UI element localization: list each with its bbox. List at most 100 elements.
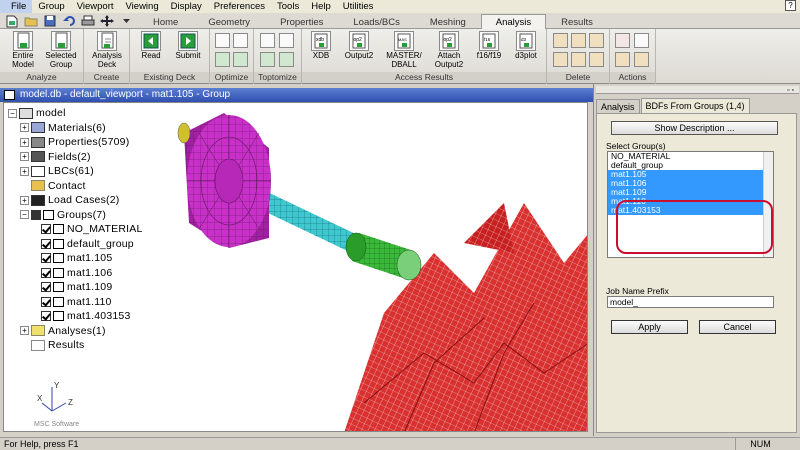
tab-analysis[interactable]: Analysis bbox=[480, 14, 547, 29]
d3plot-button[interactable]: d3 d3plot bbox=[510, 31, 542, 61]
dropdown-arrow-icon[interactable] bbox=[118, 14, 134, 28]
job-name-prefix-input[interactable]: model_ bbox=[607, 296, 774, 308]
delete-attach-icon[interactable] bbox=[553, 52, 568, 67]
ribbon-tab-row: Home Geometry Properties Loads/BCs Meshi… bbox=[0, 13, 800, 29]
print-icon[interactable] bbox=[80, 14, 96, 28]
tree-node-group[interactable]: mat1.109 bbox=[41, 280, 112, 294]
save-icon[interactable] bbox=[42, 14, 58, 28]
action-list-icon[interactable] bbox=[634, 52, 649, 67]
show-description-button[interactable]: Show Description ... bbox=[611, 121, 778, 135]
tree-node-group[interactable]: default_group bbox=[41, 237, 134, 251]
tree-node-group[interactable]: mat1.110 bbox=[41, 295, 112, 309]
viewport-title-bar[interactable]: model.db - default_viewport - mat1.105 -… bbox=[0, 88, 593, 102]
tree-node-fields[interactable]: + Fields(2) bbox=[20, 150, 91, 164]
tree-node-group[interactable]: mat1.105 bbox=[41, 251, 112, 265]
collapse-icon[interactable]: − bbox=[8, 108, 17, 118]
menu-preferences[interactable]: Preferences bbox=[208, 0, 271, 13]
panel-tab-bdfs-from-groups[interactable]: BDFs From Groups (1,4) bbox=[640, 98, 750, 113]
apply-button[interactable]: Apply bbox=[611, 320, 688, 334]
tree-node-contact[interactable]: Contact bbox=[31, 179, 86, 193]
delete-job-icon[interactable] bbox=[553, 33, 568, 48]
tree-node-lbcs[interactable]: + LBCs(61) bbox=[20, 164, 94, 178]
menu-tools[interactable]: Tools bbox=[271, 0, 305, 13]
submit-button[interactable]: Submit bbox=[172, 31, 204, 61]
group-checkbox[interactable] bbox=[41, 267, 51, 278]
optimize-submit-icon[interactable] bbox=[215, 52, 230, 67]
tree-node-properties[interactable]: + Properties(5709) bbox=[20, 135, 129, 149]
delete-results-icon[interactable] bbox=[571, 33, 586, 48]
menu-group[interactable]: Group bbox=[32, 0, 70, 13]
tree-label: mat1.109 bbox=[67, 281, 113, 293]
toptomize-deck-icon[interactable] bbox=[260, 33, 275, 48]
groups-checkbox[interactable] bbox=[31, 209, 41, 220]
tab-results[interactable]: Results bbox=[546, 14, 608, 29]
menu-display[interactable]: Display bbox=[165, 0, 208, 13]
menu-file[interactable]: File bbox=[0, 0, 33, 13]
tree-node-group[interactable]: mat1.403153 bbox=[41, 309, 131, 323]
group-checkbox[interactable] bbox=[41, 296, 51, 307]
transform-icon[interactable] bbox=[99, 14, 115, 28]
optimize-results-icon[interactable] bbox=[233, 52, 248, 67]
toptomize-submit-icon[interactable] bbox=[260, 52, 275, 67]
group-checkbox[interactable] bbox=[41, 253, 51, 263]
master-dball-button[interactable]: MAS MASTER/ DBALL bbox=[384, 31, 424, 69]
new-file-icon[interactable] bbox=[4, 14, 20, 28]
ribbon-group-label: Optimize bbox=[210, 72, 253, 83]
analysis-deck-button[interactable]: Analysis Deck bbox=[90, 31, 124, 69]
groups-listbox[interactable]: NO_MATERIAL default_group mat1.105 mat1.… bbox=[607, 151, 774, 258]
tree-node-group[interactable]: NO_MATERIAL bbox=[41, 222, 143, 236]
tab-home[interactable]: Home bbox=[138, 14, 193, 29]
expand-icon[interactable]: + bbox=[20, 123, 29, 132]
output2-button[interactable]: op2 Output2 bbox=[340, 31, 378, 61]
expand-icon[interactable]: + bbox=[20, 137, 29, 147]
tree-node-model[interactable]: − model bbox=[8, 106, 66, 120]
undo-icon[interactable] bbox=[61, 14, 77, 28]
hub-cap bbox=[177, 122, 191, 144]
expand-icon[interactable]: + bbox=[20, 152, 29, 161]
toptomize-read-icon[interactable] bbox=[279, 33, 294, 48]
group-checkbox[interactable] bbox=[41, 311, 51, 321]
tree-node-groups[interactable]: − Groups(7) bbox=[20, 208, 106, 222]
panel-tab-analysis[interactable]: Analysis bbox=[596, 99, 640, 113]
expand-icon[interactable]: + bbox=[20, 326, 29, 335]
delete-deck-icon[interactable] bbox=[571, 52, 586, 67]
attach-output2-button[interactable]: op2 Attach Output2 bbox=[430, 31, 468, 69]
optimize-read-icon[interactable] bbox=[233, 33, 248, 48]
delete-all-icon[interactable] bbox=[589, 52, 604, 67]
read-button[interactable]: Read bbox=[136, 31, 166, 61]
tree-node-load-cases[interactable]: + Load Cases(2) bbox=[20, 193, 119, 207]
menu-viewing[interactable]: Viewing bbox=[120, 0, 165, 13]
tree-node-materials[interactable]: + Materials(6) bbox=[20, 121, 106, 135]
menu-utilities[interactable]: Utilities bbox=[337, 0, 380, 13]
group-checkbox[interactable] bbox=[41, 238, 51, 249]
tab-geometry[interactable]: Geometry bbox=[193, 14, 265, 29]
toptomize-results-icon[interactable] bbox=[279, 52, 294, 67]
cancel-button[interactable]: Cancel bbox=[699, 320, 776, 334]
action-chart-icon[interactable] bbox=[615, 33, 630, 48]
expand-icon[interactable]: + bbox=[20, 166, 29, 176]
tree-node-group[interactable]: mat1.106 bbox=[41, 266, 112, 280]
delete-files-icon[interactable] bbox=[589, 33, 604, 48]
tab-loads-bcs[interactable]: Loads/BCs bbox=[338, 14, 414, 29]
help-icon[interactable]: ? bbox=[785, 0, 796, 11]
open-folder-icon[interactable] bbox=[23, 14, 39, 28]
action-view-icon[interactable] bbox=[615, 52, 630, 67]
action-edit-icon[interactable] bbox=[634, 33, 649, 48]
group-checkbox[interactable] bbox=[41, 282, 51, 292]
collapse-icon[interactable]: − bbox=[20, 210, 29, 219]
group-checkbox[interactable] bbox=[41, 224, 51, 234]
selected-group-button[interactable]: Selected Group bbox=[44, 31, 78, 69]
graphics-viewport[interactable]: − model + Materials(6) + Properties(5709) +… bbox=[3, 102, 588, 432]
entire-model-button[interactable]: Entire Model bbox=[6, 31, 40, 69]
panel-controls-icon[interactable]: ▫▫ bbox=[787, 87, 796, 94]
expand-icon[interactable]: + bbox=[20, 195, 29, 205]
tree-node-analyses[interactable]: + Analyses(1) bbox=[20, 324, 106, 338]
tree-node-results[interactable]: Results bbox=[31, 338, 84, 352]
menu-viewport[interactable]: Viewport bbox=[71, 0, 120, 13]
xdb-button[interactable]: xdb XDB bbox=[306, 31, 336, 61]
tab-properties[interactable]: Properties bbox=[265, 14, 338, 29]
menu-help[interactable]: Help bbox=[305, 0, 337, 13]
f16-f19-button[interactable]: f16 f16/f19 bbox=[474, 31, 504, 61]
optimize-deck-icon[interactable] bbox=[215, 33, 230, 48]
tab-meshing[interactable]: Meshing bbox=[415, 14, 481, 29]
